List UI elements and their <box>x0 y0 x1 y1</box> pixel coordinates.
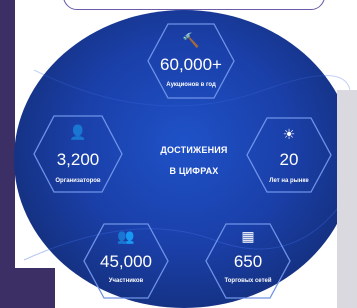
stat-retail: ▦ 650 Торговых сетей <box>204 222 292 300</box>
organizers-label: Организаторов <box>55 178 101 184</box>
right-side-panel <box>337 90 357 308</box>
participants-value: 45,000 <box>100 252 152 271</box>
auctions-label: Аукционов в год <box>166 82 216 88</box>
retail-value: 650 <box>233 252 263 271</box>
sun-icon: ☀ <box>282 126 296 142</box>
title-line-2: В ЦИФРАХ <box>169 166 219 176</box>
person-icon: 👤 <box>69 124 87 140</box>
title-line-1: ДОСТИЖЕНИЯ <box>160 145 228 155</box>
building-icon: ▦ <box>241 228 255 244</box>
group-icon: 👥 <box>117 228 135 244</box>
left-side-panel <box>0 0 15 308</box>
stat-organizers: 👤 3,200 Организаторов <box>32 114 124 194</box>
stat-years: ☀ 20 Лет на рынке <box>245 116 333 194</box>
organizers-value: 3,200 <box>56 150 100 169</box>
retail-label: Торговых сетей <box>224 278 272 284</box>
top-search-pill[interactable] <box>63 0 325 10</box>
stat-auctions: 🔨 60,000+ Аукционов в год <box>146 22 236 100</box>
gavel-icon: 🔨 <box>182 32 200 48</box>
years-value: 20 <box>279 150 299 169</box>
years-label: Лет на рынке <box>269 178 309 184</box>
stat-participants: 👥 45,000 Участников <box>82 222 170 300</box>
auctions-value: 60,000+ <box>160 55 222 74</box>
participants-label: Участников <box>108 278 144 284</box>
achievements-title: ДОСТИЖЕНИЯ В ЦИФРАХ <box>142 140 246 182</box>
